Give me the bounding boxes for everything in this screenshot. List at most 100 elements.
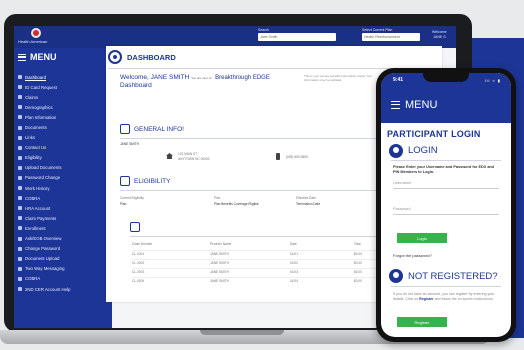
forgot-password-link[interactable]: Forgot the password? (393, 253, 432, 258)
hamburger-icon (18, 53, 26, 61)
sidebar-item[interactable]: Ask/EOB Overview (18, 234, 70, 244)
enroll-icon (18, 226, 22, 231)
sidebar-item-label: Ask/EOB Overview (25, 236, 62, 242)
claims-header-cell: Claim Number (132, 242, 153, 246)
password-input[interactable]: Password (393, 203, 499, 215)
demographics-icon (18, 105, 22, 110)
page-title: DASHBOARD (127, 52, 176, 62)
sidebar-item-label: Two Way Messaging (25, 266, 65, 272)
search-label: Search (258, 28, 270, 32)
claims-cell: $0.00 (354, 270, 362, 274)
upload-icon (18, 165, 22, 170)
sidebar-item[interactable]: Contact Us (18, 143, 70, 153)
menu-title: MENU (30, 52, 57, 62)
sidebar: MENU Dashboard ID Card Request Claims Demog… (14, 48, 112, 328)
sidebar-item[interactable]: HRA Account (18, 203, 70, 213)
sidebar-item[interactable]: Password Change (18, 173, 70, 183)
sidebar-item-label: HRA Account (25, 205, 51, 211)
lock-icon (18, 175, 22, 180)
sidebar-item[interactable]: Links (18, 133, 70, 143)
claims-header-cell: Total (354, 242, 361, 246)
divider (391, 286, 501, 287)
sidebar-item[interactable]: Change Password (18, 244, 70, 254)
cobra-icon (18, 276, 22, 281)
help-icon (18, 287, 22, 292)
sidebar-item-label: ID Card Request (25, 84, 58, 90)
sidebar-item[interactable]: Upload Documents (18, 163, 70, 173)
welcome-message: Welcome, JANE SMITH You are user of Brea… (120, 74, 270, 89)
person-icon (120, 124, 130, 134)
doc-upload-icon (18, 256, 22, 261)
sidebar-item-label: Demographics (25, 104, 53, 110)
welcome-top-name[interactable]: JANE S. (432, 35, 446, 40)
eob-icon (18, 236, 22, 241)
sidebar-menu-toggle[interactable]: MENU (18, 52, 57, 62)
sidebar-item[interactable]: Demographics (18, 102, 70, 112)
cobra-icon (18, 196, 22, 201)
claims-cell: 01/02 (290, 261, 298, 265)
user-icon (389, 143, 403, 158)
sidebar-item-label: Plan Information (25, 114, 57, 120)
sidebar-item-label: Links (25, 135, 36, 141)
sidebar-item-label: Enrollment (25, 225, 46, 231)
register-button[interactable]: Register (397, 317, 447, 327)
hra-icon (18, 206, 22, 211)
elig-cell: Plan (120, 202, 127, 206)
sidebar-item[interactable]: Enrollment (18, 223, 70, 233)
sidebar-item[interactable]: Work History (18, 183, 70, 193)
sidebar-item[interactable]: ID Card Request (18, 82, 70, 92)
brand-logo-icon[interactable] (31, 28, 41, 38)
phone-number: (555) 555-5555 (286, 155, 308, 159)
sidebar-item[interactable]: COBRA (18, 274, 70, 284)
sidebar-item-label: Contact Us (25, 145, 47, 151)
register-section-header: NOT REGISTERED? (389, 269, 498, 283)
table-row[interactable] (132, 277, 402, 278)
contact-icon (18, 145, 22, 150)
status-icons: lll ≈ ▮ (484, 78, 501, 83)
claims-cell: JANE SMITH (210, 270, 229, 274)
login-button[interactable]: Login (397, 233, 447, 243)
login-instructions: Please Enter your Username and Password … (393, 165, 495, 174)
plan-select[interactable]: Health Reimbursement (362, 33, 420, 41)
sidebar-item-label: Documents (25, 125, 47, 131)
claims-header-cell: Provider Name (210, 242, 232, 246)
elig-header: Effective Date (296, 196, 316, 200)
sidebar-item[interactable]: Plan Information (18, 112, 70, 122)
sidebar-item[interactable]: Claims (18, 92, 70, 102)
username-input[interactable]: Username (393, 177, 499, 189)
table-row[interactable] (132, 250, 402, 251)
table-row[interactable] (132, 259, 402, 260)
register-link[interactable]: Register (419, 297, 433, 301)
login-page-title: PARTICIPANT LOGIN (387, 129, 481, 139)
sidebar-item[interactable]: Document Upload (18, 254, 70, 264)
claims-icon (18, 95, 22, 100)
claims-cell: CL-0003 (132, 270, 145, 274)
claims-cell: CL-0001 (132, 252, 145, 256)
dashboard-icon (18, 75, 22, 80)
sidebar-item[interactable]: 2ND CER Account Help (18, 284, 70, 294)
payment-icon (18, 216, 22, 221)
sidebar-item[interactable]: Two Way Messaging (18, 264, 70, 274)
table-row[interactable] (132, 268, 402, 269)
list-icon (130, 222, 140, 232)
sidebar-item-label: Document Upload (25, 256, 60, 262)
sidebar-item[interactable]: Dashboard (18, 72, 70, 82)
claims-cell: 01/01 (290, 252, 298, 256)
sidebar-item[interactable]: Documents (18, 122, 70, 132)
dashboard-icon (108, 50, 122, 64)
divider (130, 236, 406, 237)
phone-menu-toggle[interactable]: MENU (391, 99, 437, 111)
claims-cell: JANE SMITH (210, 252, 229, 256)
search-input[interactable]: Jane Smith (258, 33, 336, 41)
claims-cell: $0.00 (354, 252, 362, 256)
sidebar-item[interactable]: COBRA (18, 193, 70, 203)
mockup-stage: Health American Search Jane Smith Select… (0, 0, 524, 350)
eligibility-title: ELIGIBILITY (134, 177, 171, 185)
general-info-title: GENERAL INFO! (134, 125, 184, 133)
claims-header-cell: Date (290, 242, 297, 246)
sidebar-item-label: Upload Documents (25, 165, 62, 171)
sidebar-item[interactable]: Eligibility (18, 153, 70, 163)
elig-cell: Termination Date (296, 202, 321, 206)
address-line2: ANYTOWN NC 00000 (178, 157, 210, 161)
sidebar-item[interactable]: Claim Payments (18, 213, 70, 223)
